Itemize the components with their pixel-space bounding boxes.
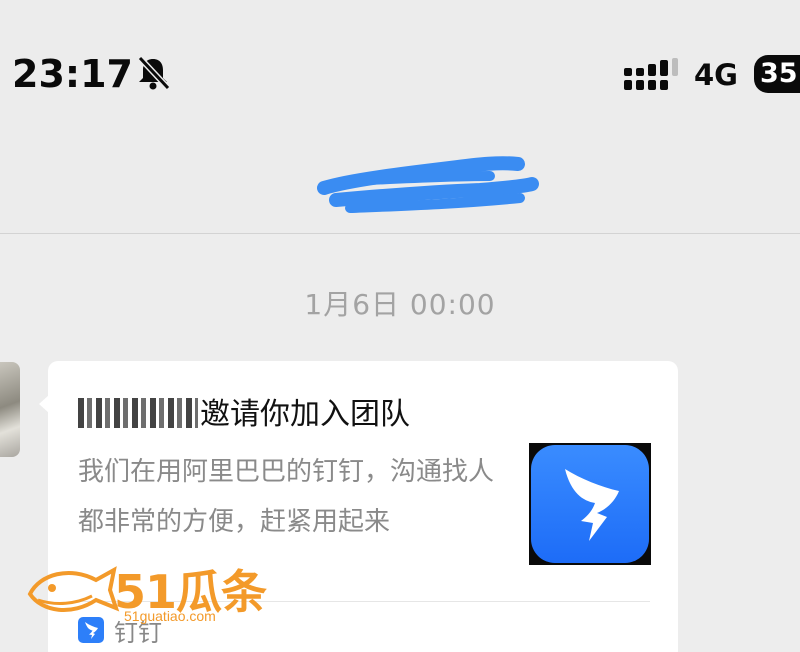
battery-icon: 35 — [754, 55, 800, 93]
watermark-url: 51guatiao.com — [124, 608, 216, 624]
dingtalk-logo-icon — [529, 443, 651, 565]
watermark: 51瓜条 51guatiao.com — [22, 560, 282, 630]
status-bar: 23:17 4G 35 — [0, 0, 800, 150]
avatar[interactable] — [0, 362, 20, 457]
watermark-fish-icon — [27, 566, 120, 613]
signal-bars-icon — [624, 58, 678, 90]
card-title-text: 邀请你加入团队 — [200, 397, 410, 432]
redacted-contact-name — [317, 156, 539, 213]
status-time: 23:17 — [12, 52, 133, 96]
network-type: 4G — [694, 58, 738, 92]
card-title: 邀请你加入团队 — [78, 389, 410, 433]
message-timestamp: 1月6日 00:00 — [304, 288, 496, 321]
redacted-sender-name — [78, 398, 198, 428]
bubble-tail — [39, 395, 49, 413]
bell-slash-icon — [137, 55, 171, 91]
battery-level: 35 — [760, 58, 798, 89]
chat-header — [0, 150, 800, 234]
card-description: 我们在用阿里巴巴的钉钉，沟通找人都非常的方便，赶紧用起来 — [78, 457, 495, 537]
